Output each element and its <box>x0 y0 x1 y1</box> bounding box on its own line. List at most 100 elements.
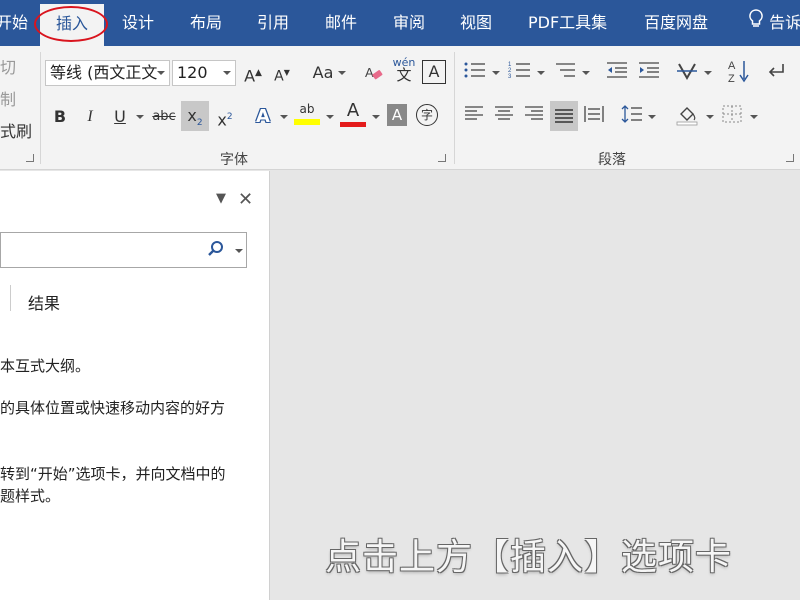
tutorial-caption: 点击上方【插入】选项卡 <box>325 537 733 578</box>
italic-button[interactable]: I <box>80 104 100 130</box>
tab-design[interactable]: 设计 <box>122 0 154 46</box>
multilevel-list-icon <box>556 63 575 77</box>
tell-me-search[interactable]: 告诉 <box>748 0 800 46</box>
align-center-icon <box>495 106 513 120</box>
align-left-icon <box>465 106 483 120</box>
chevron-down-icon[interactable] <box>537 71 545 75</box>
tab-layout[interactable]: 布局 <box>190 0 222 46</box>
svg-text:A: A <box>728 60 736 72</box>
justify-button[interactable] <box>550 101 578 131</box>
font-group-label: 字体 <box>220 152 248 168</box>
highlight-color-button[interactable]: ab <box>294 100 320 126</box>
increase-indent-icon <box>639 62 659 78</box>
chevron-down-icon[interactable] <box>648 115 656 119</box>
font-launcher-icon[interactable] <box>438 154 446 162</box>
tab-references[interactable]: 引用 <box>257 0 289 46</box>
sort-icon: AZ <box>728 60 749 85</box>
change-case-button[interactable]: Aa <box>310 60 336 86</box>
chevron-down-icon[interactable] <box>582 71 590 75</box>
paragraph-shading-button[interactable] <box>674 102 700 128</box>
pane-options-icon[interactable]: ▼ <box>216 191 226 206</box>
superscript-button[interactable]: x2 <box>213 104 237 130</box>
grow-font-button[interactable]: A▲ <box>243 60 263 86</box>
insert-highlight-circle <box>34 6 108 42</box>
pane-help-text-1: 本互式大纲。 <box>0 357 91 375</box>
chevron-down-icon[interactable] <box>153 61 169 85</box>
format-painter-button[interactable]: 式刷 <box>0 118 32 142</box>
cut-button[interactable]: 切 <box>0 54 16 78</box>
tab-results[interactable]: 结果 <box>28 290 60 314</box>
character-shading-button[interactable]: A <box>387 104 407 126</box>
search-document-input[interactable] <box>0 232 247 268</box>
chevron-down-icon[interactable] <box>492 71 500 75</box>
underline-button[interactable]: U <box>110 104 130 130</box>
decrease-indent-icon <box>607 62 627 78</box>
shrink-font-button[interactable]: A▼ <box>272 60 292 86</box>
chevron-down-icon[interactable] <box>280 115 288 119</box>
numbering-button[interactable]: 123 <box>507 60 533 86</box>
align-right-icon <box>525 106 543 120</box>
distributed-icon <box>584 106 604 122</box>
distributed-button[interactable] <box>582 104 606 130</box>
tab-baidu-netdisk[interactable]: 百度网盘 <box>644 0 708 46</box>
chevron-down-icon[interactable] <box>136 115 144 119</box>
tab-review[interactable]: 审阅 <box>393 0 425 46</box>
decrease-indent-button[interactable] <box>604 60 630 86</box>
increase-indent-button[interactable] <box>636 60 662 86</box>
chevron-down-icon[interactable] <box>704 71 712 75</box>
clipboard-launcher-icon[interactable] <box>26 154 34 162</box>
group-separator <box>40 52 41 164</box>
tab-view[interactable]: 视图 <box>460 0 492 46</box>
clear-formatting-button[interactable]: A <box>362 60 386 86</box>
chevron-down-icon[interactable] <box>219 61 235 85</box>
return-arrow-icon <box>768 64 784 77</box>
ribbon-tab-bar: 开始 插入 设计 布局 引用 邮件 审阅 视图 PDF工具集 百度网盘 告诉 <box>0 0 800 46</box>
justify-icon <box>555 109 573 123</box>
chevron-down-icon[interactable] <box>750 115 758 119</box>
tab-home[interactable]: 开始 <box>0 0 28 46</box>
chevron-down-icon[interactable] <box>338 71 346 75</box>
show-formatting-marks-button[interactable] <box>764 60 790 86</box>
close-icon[interactable]: ✕ <box>238 189 253 210</box>
align-left-button[interactable] <box>462 104 486 130</box>
align-right-button[interactable] <box>522 104 546 130</box>
pane-help-text-4: 题样式。 <box>0 487 61 505</box>
highlight-color-swatch <box>294 119 320 125</box>
tab-separator <box>10 285 11 311</box>
copy-button[interactable]: 制 <box>0 86 16 110</box>
chinese-layout-button[interactable] <box>674 60 700 86</box>
group-separator <box>454 52 455 164</box>
bold-button[interactable]: B <box>50 104 70 130</box>
strikethrough-button[interactable]: abc <box>150 104 178 130</box>
navigation-pane: ▼ ✕ 结果 本互式大纲。 的具体位置或快速移动内容的好方 转到“开始”选项卡，… <box>0 171 270 600</box>
chevron-down-icon[interactable] <box>372 115 380 119</box>
font-size-combo[interactable]: 120 <box>172 60 236 86</box>
borders-button[interactable] <box>720 104 744 130</box>
character-border-button[interactable]: A <box>422 60 446 84</box>
sort-button[interactable]: AZ <box>726 58 752 85</box>
bullets-button[interactable] <box>462 60 488 86</box>
subscript-button[interactable]: x2 <box>181 101 209 131</box>
chevron-down-icon[interactable] <box>235 249 243 253</box>
align-center-button[interactable] <box>492 104 516 130</box>
pane-help-text-2: 的具体位置或快速移动内容的好方 <box>0 399 226 417</box>
text-effects-button[interactable]: A <box>252 104 274 130</box>
tab-pdf-tools[interactable]: PDF工具集 <box>528 0 607 46</box>
multilevel-list-button[interactable] <box>552 60 578 86</box>
line-spacing-button[interactable] <box>620 104 644 130</box>
enclose-characters-button[interactable]: 字 <box>416 104 438 126</box>
numbered-list-icon: 123 <box>508 62 530 80</box>
chinese-layout-icon <box>677 63 697 81</box>
chevron-down-icon[interactable] <box>706 115 714 119</box>
paragraph-group-label: 段落 <box>598 152 626 168</box>
phonetic-guide-button[interactable]: wén 文 <box>392 56 416 90</box>
ribbon-home: 切 制 式刷 等线 (西文正文 120 A▲ A▼ Aa A wén 文 A B… <box>0 46 800 170</box>
chevron-down-icon[interactable] <box>326 115 334 119</box>
font-name-combo[interactable]: 等线 (西文正文 <box>45 60 170 86</box>
line-spacing-icon <box>621 105 642 123</box>
search-icon[interactable] <box>207 240 225 262</box>
tab-mailings[interactable]: 邮件 <box>325 0 357 46</box>
paragraph-launcher-icon[interactable] <box>786 154 794 162</box>
svg-text:A: A <box>365 65 374 80</box>
font-color-button[interactable]: A <box>340 100 366 127</box>
